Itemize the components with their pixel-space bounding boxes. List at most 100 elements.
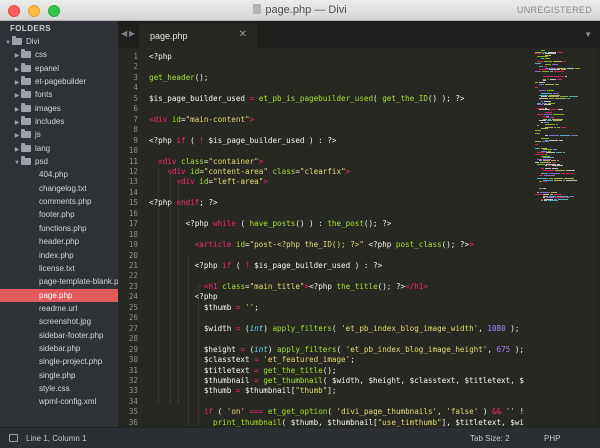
code-line: $is_page_builder_used = et_pb_is_pagebui… bbox=[149, 94, 465, 103]
file-item[interactable]: changelog.txt bbox=[0, 182, 118, 195]
disclosure-closed-icon[interactable]: ▶ bbox=[13, 144, 21, 155]
tab-page-php[interactable]: page.php ✕ bbox=[139, 23, 257, 48]
file-item[interactable]: page-template-blank.php bbox=[0, 275, 118, 288]
tree-item-label: page-template-blank.php bbox=[39, 277, 118, 287]
folder-item[interactable]: ▶ images bbox=[0, 102, 118, 115]
minimap-stroke bbox=[543, 187, 546, 189]
minimap-stroke bbox=[554, 70, 564, 72]
code-token: <?php bbox=[185, 219, 214, 229]
editor-window: page.php — Divi UNREGISTERED FOLDERS ▼ Di… bbox=[0, 0, 600, 448]
console-toggle-icon[interactable] bbox=[9, 434, 18, 442]
tree-item-label: screenshot.jpg bbox=[39, 317, 92, 327]
disclosure-closed-icon[interactable]: ▶ bbox=[13, 130, 21, 141]
code-token: $is_page_builder_used ) : ?> bbox=[249, 261, 383, 270]
file-item[interactable]: single.php bbox=[0, 369, 118, 382]
code-token: ); bbox=[510, 344, 524, 354]
code-token: et_get_option bbox=[267, 407, 328, 417]
line-number: 10 bbox=[128, 146, 138, 156]
cursor-position: Line 1, Column 1 bbox=[26, 434, 87, 443]
line-number: 26 bbox=[128, 313, 138, 323]
tab-prev-icon[interactable]: ◀ bbox=[121, 29, 127, 38]
tree-item-label: fonts bbox=[35, 90, 53, 100]
line-number: 19 bbox=[128, 240, 138, 250]
code-token: id bbox=[171, 114, 182, 124]
tab-list-dropdown-icon[interactable]: ▼ bbox=[584, 30, 592, 39]
file-item[interactable]: readme.url bbox=[0, 302, 118, 315]
code-token: $height bbox=[149, 344, 241, 354]
file-item[interactable]: functions.php bbox=[0, 222, 118, 235]
code-token: <?php bbox=[149, 52, 172, 61]
disclosure-closed-icon[interactable]: ▶ bbox=[13, 77, 21, 88]
file-item[interactable]: sidebar-footer.php bbox=[0, 329, 118, 342]
minimap-stroke bbox=[543, 181, 547, 183]
folder-item[interactable]: ▶ css bbox=[0, 48, 118, 61]
file-item[interactable]: sidebar.php bbox=[0, 342, 118, 355]
code-token: ) bbox=[267, 344, 278, 354]
file-item[interactable]: header.php bbox=[0, 235, 118, 248]
code-token: > bbox=[263, 177, 268, 187]
line-number: 13 bbox=[128, 177, 138, 187]
minimap-stroke bbox=[559, 139, 563, 141]
code-token: > bbox=[249, 114, 255, 124]
disclosure-closed-icon[interactable]: ▶ bbox=[13, 90, 21, 101]
tab-size-selector[interactable]: Tab Size: 2 bbox=[470, 434, 510, 443]
minimap-stroke bbox=[545, 165, 547, 167]
file-item[interactable]: screenshot.jpg bbox=[0, 315, 118, 328]
folder-item[interactable]: ▶ fonts bbox=[0, 88, 118, 101]
minimap-stroke bbox=[557, 160, 559, 162]
minimap-stroke bbox=[553, 114, 564, 115]
line-number: 29 bbox=[128, 344, 138, 354]
tab-close-icon[interactable]: ✕ bbox=[239, 29, 247, 40]
minimap-stroke bbox=[557, 51, 563, 53]
code-editor[interactable]: 1 2 3 4 5 6 7 8 9 10 11 12 13 14 15 16 17 18 19 20 21 22 23 24 2… bbox=[118, 48, 600, 427]
vertical-scrollbar[interactable] bbox=[595, 48, 600, 427]
minimap-stroke bbox=[558, 109, 563, 111]
file-item[interactable]: license.txt bbox=[0, 262, 118, 275]
minimap-stroke bbox=[551, 109, 557, 111]
folder-item[interactable]: ▼ psd bbox=[0, 155, 118, 168]
file-item[interactable]: single-project.php bbox=[0, 355, 118, 368]
file-item[interactable]: comments.php bbox=[0, 195, 118, 208]
code-token: > bbox=[258, 156, 264, 166]
tree-item-label: changelog.txt bbox=[39, 183, 87, 193]
folder-item[interactable]: ▶ epanel bbox=[0, 62, 118, 75]
file-item[interactable]: footer.php bbox=[0, 208, 118, 221]
minimap-stroke bbox=[535, 130, 541, 131]
folder-item[interactable]: ▼ Divi bbox=[0, 35, 118, 48]
code-token: ( $width, $height, $classtext, $titletex… bbox=[322, 375, 524, 385]
folder-item[interactable]: ▶ et-pagebuilder bbox=[0, 75, 118, 88]
code-token: ( bbox=[331, 323, 342, 333]
file-item[interactable]: page.php bbox=[0, 288, 118, 302]
code-token: get_header bbox=[149, 72, 195, 82]
tab-next-icon[interactable]: ▶ bbox=[129, 29, 135, 38]
code-token: id bbox=[190, 166, 200, 176]
code-line: $thumbnail = get_thumbnail( $width, $hei… bbox=[149, 376, 524, 385]
code-token: post_class bbox=[395, 240, 442, 250]
line-number: 6 bbox=[133, 104, 138, 114]
disclosure-closed-icon[interactable]: ▶ bbox=[13, 104, 21, 115]
file-item[interactable]: wpml-config.xml bbox=[0, 395, 118, 408]
disclosure-open-icon[interactable]: ▼ bbox=[4, 37, 12, 48]
file-item[interactable]: 404.php bbox=[0, 168, 118, 181]
disclosure-closed-icon[interactable]: ▶ bbox=[13, 50, 21, 61]
minimap-stroke bbox=[535, 133, 540, 135]
tree-item-label: page.php bbox=[39, 290, 73, 300]
folder-item[interactable]: ▶ lang bbox=[0, 142, 118, 155]
disclosure-open-icon[interactable]: ▼ bbox=[13, 157, 21, 168]
code-token: === bbox=[249, 407, 264, 417]
syntax-selector[interactable]: PHP bbox=[544, 434, 560, 443]
code-token: <div bbox=[158, 156, 182, 166]
file-item[interactable]: index.php bbox=[0, 249, 118, 262]
folder-item[interactable]: ▶ js bbox=[0, 128, 118, 141]
minimap-stroke bbox=[545, 123, 555, 125]
minimap-stroke bbox=[553, 149, 557, 151]
code-token: $thumb bbox=[149, 386, 236, 396]
code-token: > bbox=[469, 240, 474, 250]
disclosure-closed-icon[interactable]: ▶ bbox=[13, 117, 21, 128]
file-item[interactable]: style.css bbox=[0, 382, 118, 395]
disclosure-closed-icon[interactable]: ▶ bbox=[13, 64, 21, 75]
folder-item[interactable]: ▶ includes bbox=[0, 115, 118, 128]
tree-item-label: js bbox=[35, 130, 41, 140]
minimap[interactable] bbox=[535, 48, 595, 427]
line-number: 31 bbox=[128, 365, 138, 375]
